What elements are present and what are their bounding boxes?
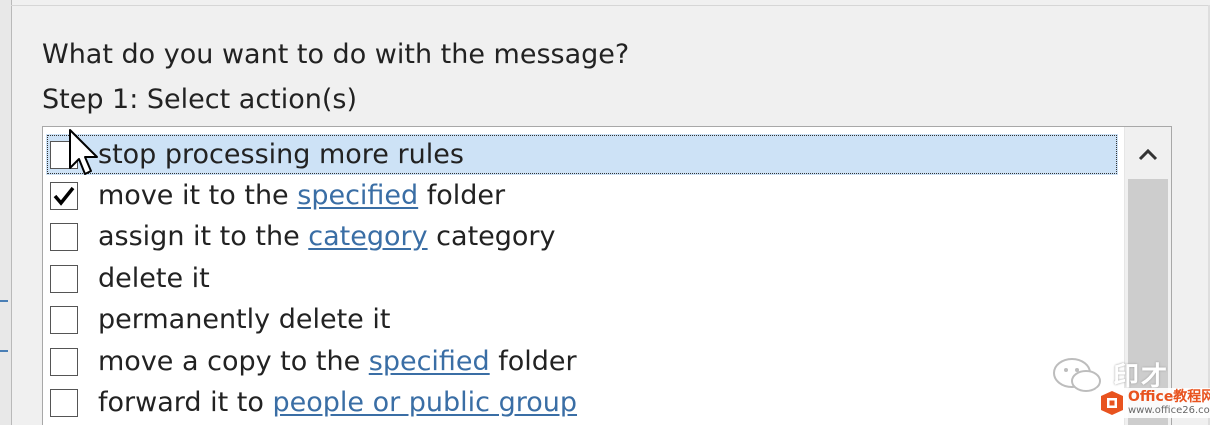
action-row[interactable]: forward it to people or public group <box>43 382 1121 423</box>
action-label: move it to the specified folder <box>98 180 505 212</box>
action-text: delete it <box>98 262 210 294</box>
action-link[interactable]: category <box>308 221 427 252</box>
action-text: move a copy to the <box>98 345 369 377</box>
action-label: stop processing more rules <box>98 139 464 171</box>
action-row[interactable]: stop processing more rules <box>46 134 1118 176</box>
action-link[interactable]: specified <box>369 346 490 377</box>
action-checkbox[interactable] <box>50 140 78 169</box>
action-label: forward it to people or public group <box>98 387 577 419</box>
action-row[interactable]: move a copy to the specified folder <box>43 341 1121 382</box>
action-link[interactable]: people or public group <box>272 387 577 418</box>
chevron-up-icon <box>1138 148 1158 161</box>
action-checkbox[interactable] <box>50 264 78 293</box>
action-text: folder <box>418 180 506 212</box>
actions-listbox[interactable]: stop processing more rules move it to the… <box>42 126 1172 425</box>
action-row[interactable]: permanently delete it <box>43 300 1121 341</box>
logo-url: www.office26.com <box>1128 405 1210 416</box>
action-label: assign it to the category category <box>98 221 556 253</box>
edge-marker <box>0 350 8 352</box>
action-row[interactable]: assign it to the category category <box>43 217 1121 258</box>
rules-wizard-dialog: What do you want to do with the message?… <box>0 0 1210 425</box>
action-text: forward it to <box>98 387 273 419</box>
action-checkbox[interactable] <box>50 223 78 252</box>
action-text: category <box>427 221 556 253</box>
action-text: permanently delete it <box>98 304 391 336</box>
action-text: stop processing more rules <box>98 138 464 170</box>
action-checkbox[interactable] <box>50 347 78 376</box>
background-window-edge <box>0 0 12 425</box>
office-logo-icon <box>1101 391 1123 415</box>
actions-list: stop processing more rules move it to the… <box>43 134 1121 424</box>
action-label: delete it <box>98 263 210 295</box>
question-heading: What do you want to do with the message? <box>42 39 630 70</box>
action-text: assign it to the <box>98 221 309 253</box>
action-label: permanently delete it <box>98 304 390 336</box>
office-logo: Office教程网 www.office26.com <box>1096 388 1210 418</box>
action-checkbox[interactable] <box>50 182 78 211</box>
checkmark-icon <box>53 186 75 206</box>
logo-name: Office教程网 <box>1128 389 1210 405</box>
action-row[interactable]: delete it <box>43 258 1121 299</box>
action-checkbox[interactable] <box>50 389 78 418</box>
divider <box>11 5 1210 6</box>
action-label: move a copy to the specified folder <box>98 346 577 378</box>
action-checkbox[interactable] <box>50 306 78 335</box>
action-row[interactable]: move it to the specified folder <box>43 175 1121 216</box>
step-label: Step 1: Select action(s) <box>42 84 358 115</box>
action-text: move it to the <box>98 180 298 212</box>
scroll-up-button[interactable] <box>1125 133 1171 177</box>
action-text: folder <box>489 345 577 377</box>
edge-marker <box>0 300 8 302</box>
action-link[interactable]: specified <box>297 180 418 211</box>
